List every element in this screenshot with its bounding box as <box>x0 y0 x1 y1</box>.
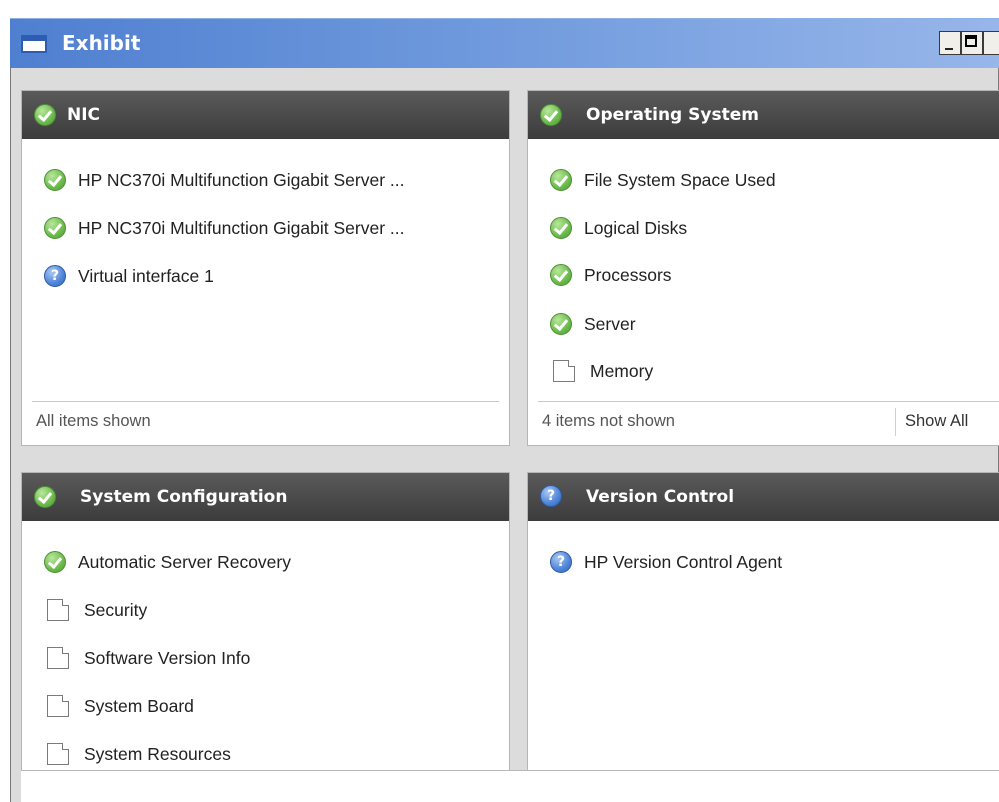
item-label: File System Space Used <box>584 169 776 190</box>
status-ok-icon <box>44 551 66 573</box>
panel-header[interactable]: NIC <box>22 91 509 139</box>
item-label: Logical Disks <box>584 217 688 238</box>
status-unknown-icon: ? <box>540 485 562 507</box>
panel-title: NIC <box>67 105 101 125</box>
show-all-button[interactable]: Show All <box>905 412 968 431</box>
item-label: Software Version Info <box>84 647 251 668</box>
item-label: HP Version Control Agent <box>584 551 783 572</box>
panel-title: System Configuration <box>80 487 288 507</box>
item-label: Security <box>84 599 148 620</box>
panel-header[interactable]: Operating System <box>528 91 999 139</box>
list-item[interactable]: Automatic Server Recovery <box>44 549 291 575</box>
item-label: System Resources <box>84 743 231 764</box>
list-item[interactable]: HP NC370i Multifunction Gigabit Server .… <box>44 215 404 241</box>
list-item[interactable]: Logical Disks <box>550 215 687 241</box>
list-item[interactable]: Security <box>44 597 147 623</box>
panel-title: Version Control <box>586 487 735 507</box>
list-item[interactable]: ? Virtual interface 1 <box>44 263 214 289</box>
panel-footer: All items shown <box>32 401 499 442</box>
item-label: Processors <box>584 264 672 285</box>
list-item[interactable]: File System Space Used <box>550 167 776 193</box>
list-item[interactable]: Software Version Info <box>44 645 250 671</box>
status-ok-icon <box>44 169 66 191</box>
item-label: HP NC370i Multifunction Gigabit Server .… <box>78 217 405 238</box>
list-item[interactable]: HP NC370i Multifunction Gigabit Server .… <box>44 167 404 193</box>
item-label: HP NC370i Multifunction Gigabit Server .… <box>78 169 405 190</box>
document-icon <box>47 695 69 717</box>
list-item[interactable]: Memory <box>550 358 653 384</box>
list-item[interactable]: System Board <box>44 693 194 719</box>
list-item[interactable]: ? HP Version Control Agent <box>550 549 782 575</box>
close-button[interactable] <box>983 31 999 55</box>
window-title: Exhibit <box>62 31 141 55</box>
status-ok-icon <box>550 264 572 286</box>
panel-header[interactable]: ? Version Control <box>528 473 999 521</box>
list-item[interactable]: Processors <box>550 262 672 288</box>
item-label: Automatic Server Recovery <box>78 551 291 572</box>
list-item[interactable]: Server <box>550 311 636 337</box>
document-icon <box>553 360 575 382</box>
status-ok-icon <box>540 104 562 126</box>
status-ok-icon <box>550 217 572 239</box>
item-label: Memory <box>590 360 654 381</box>
os-panel: Operating System File System Space Used … <box>527 90 999 446</box>
footer-divider <box>895 408 896 436</box>
panel-header[interactable]: System Configuration <box>22 473 509 521</box>
footer-status: All items shown <box>36 412 151 430</box>
window-titlebar: Exhibit <box>10 18 999 68</box>
document-icon <box>47 647 69 669</box>
window-icon <box>21 35 47 53</box>
minimize-button[interactable] <box>939 31 961 55</box>
status-ok-icon <box>34 486 56 508</box>
version-control-panel: ? Version Control ? HP Version Control A… <box>527 472 999 770</box>
status-ok-icon <box>44 217 66 239</box>
status-ok-icon <box>550 169 572 191</box>
nic-panel: NIC HP NC370i Multifunction Gigabit Serv… <box>21 90 510 446</box>
maximize-button[interactable] <box>961 31 983 55</box>
item-label: System Board <box>84 695 194 716</box>
status-ok-icon <box>550 313 572 335</box>
status-unknown-icon: ? <box>44 265 66 287</box>
status-bar <box>21 770 999 802</box>
panel-footer: 4 items not shown Show All <box>538 401 999 442</box>
list-item[interactable]: System Resources <box>44 741 231 767</box>
status-ok-icon <box>34 104 56 126</box>
document-icon <box>47 743 69 765</box>
status-unknown-icon: ? <box>550 551 572 573</box>
footer-status: 4 items not shown <box>542 412 675 430</box>
system-configuration-panel: System Configuration Automatic Server Re… <box>21 472 510 770</box>
item-label: Virtual interface 1 <box>78 265 214 286</box>
panel-title: Operating System <box>586 105 759 125</box>
item-label: Server <box>584 313 636 334</box>
document-icon <box>47 599 69 621</box>
